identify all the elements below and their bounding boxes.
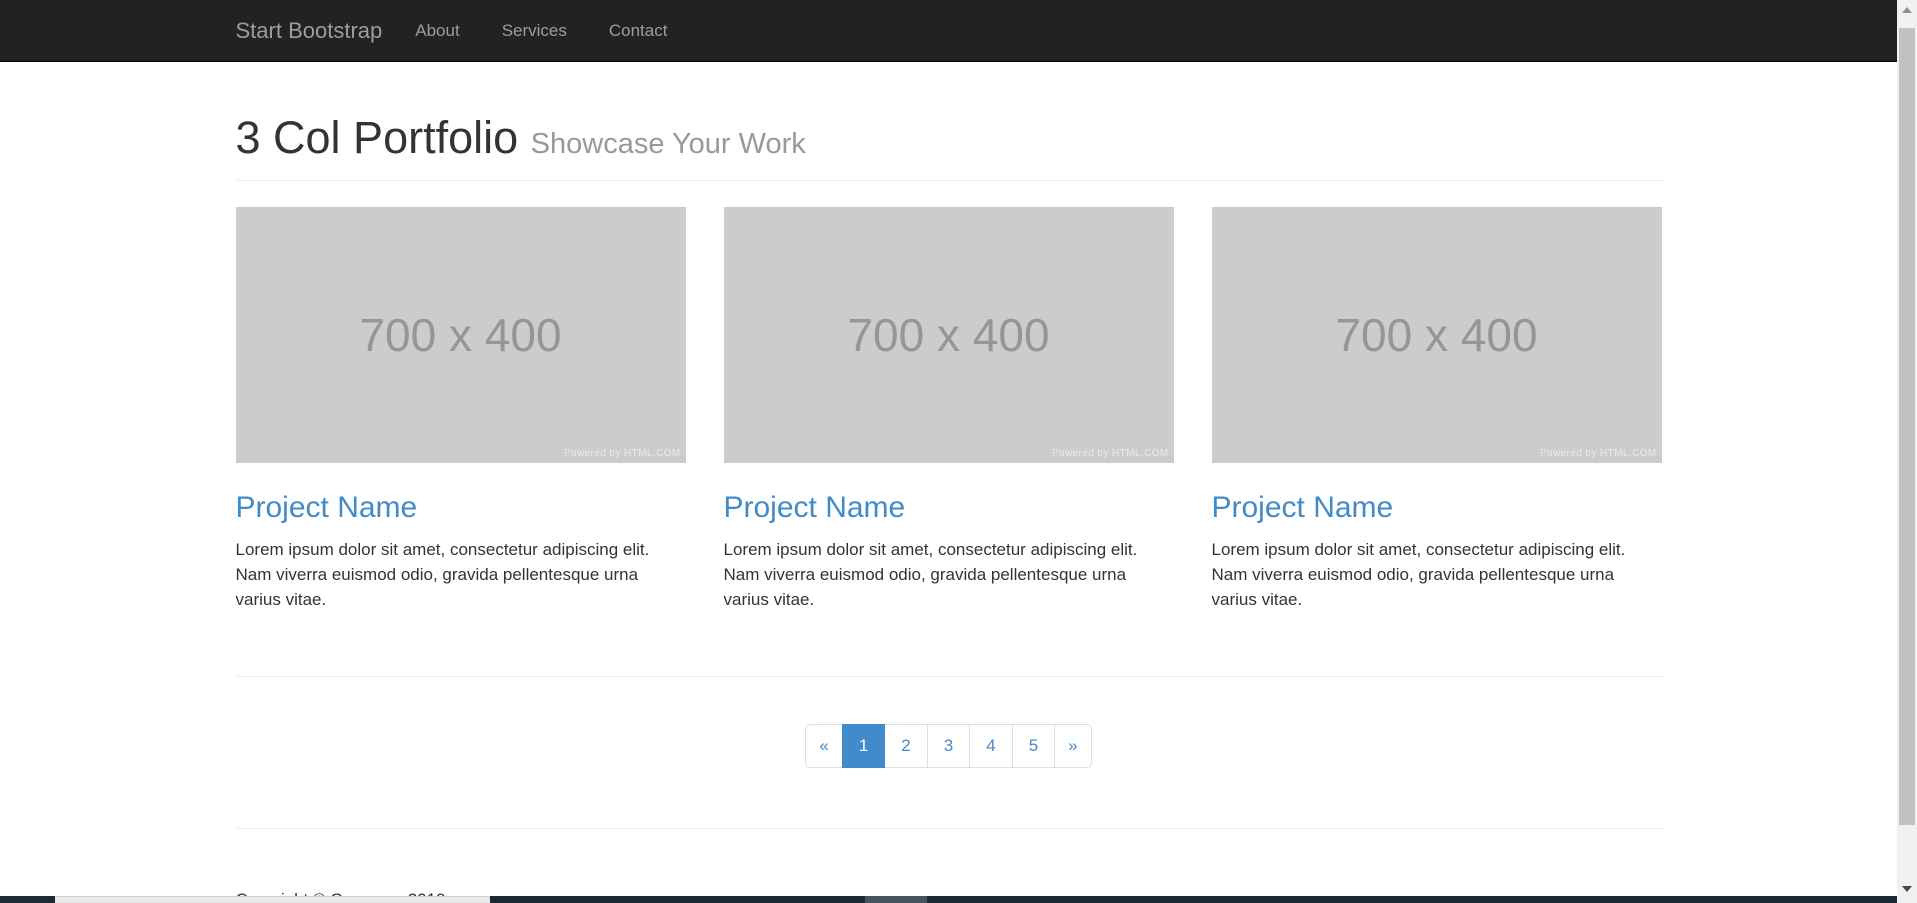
portfolio-card: 700 x 400 Powered by HTML.COM Project Na…	[1212, 207, 1662, 612]
browser-viewport: Start Bootstrap About Services Contact 3…	[0, 0, 1917, 903]
placeholder-watermark: Powered by HTML.COM	[1052, 448, 1169, 459]
project-title-link[interactable]: Project Name	[724, 491, 906, 525]
page-subtitle: Showcase Your Work	[531, 128, 806, 160]
nav-link-about[interactable]: About	[394, 0, 480, 61]
project-thumbnail[interactable]: 700 x 400 Powered by HTML.COM	[724, 207, 1174, 463]
navbar: Start Bootstrap About Services Contact	[0, 0, 1897, 62]
pagination-next-button[interactable]: »	[1054, 724, 1091, 768]
project-description: Lorem ipsum dolor sit amet, consectetur …	[1212, 537, 1662, 612]
navbar-brand[interactable]: Start Bootstrap	[236, 18, 383, 44]
pagination-page-1[interactable]: 1	[842, 724, 885, 768]
scrollbar-down-arrow-icon[interactable]	[1897, 878, 1917, 898]
pagination-page-2[interactable]: 2	[884, 724, 927, 768]
portfolio-row: 700 x 400 Powered by HTML.COM Project Na…	[236, 207, 1662, 612]
triangle-down-icon	[1902, 886, 1912, 892]
placeholder-label: 700 x 400	[359, 308, 561, 362]
divider	[236, 676, 1662, 677]
pagination-page-5[interactable]: 5	[1012, 724, 1055, 768]
navbar-nav: About Services Contact	[394, 0, 688, 61]
portfolio-card: 700 x 400 Powered by HTML.COM Project Na…	[236, 207, 686, 612]
project-title-link[interactable]: Project Name	[1212, 491, 1394, 525]
project-description: Lorem ipsum dolor sit amet, consectetur …	[724, 537, 1174, 612]
divider	[236, 828, 1662, 829]
project-thumbnail[interactable]: 700 x 400 Powered by HTML.COM	[1212, 207, 1662, 463]
horizontal-scrollbar-strip[interactable]	[55, 896, 490, 903]
placeholder-watermark: Powered by HTML.COM	[564, 448, 681, 459]
project-description: Lorem ipsum dolor sit amet, consectetur …	[236, 537, 686, 612]
nav-link-contact[interactable]: Contact	[588, 0, 689, 61]
taskbar-edge-highlight	[865, 896, 927, 903]
project-title-link[interactable]: Project Name	[236, 491, 418, 525]
placeholder-watermark: Powered by HTML.COM	[1540, 448, 1657, 459]
taskbar-edge	[490, 896, 1897, 903]
placeholder-label: 700 x 400	[1335, 308, 1537, 362]
project-thumbnail[interactable]: 700 x 400 Powered by HTML.COM	[236, 207, 686, 463]
pagination-page-3[interactable]: 3	[927, 724, 970, 768]
vertical-scrollbar[interactable]	[1897, 0, 1917, 903]
triangle-up-icon	[1902, 7, 1912, 13]
pagination-prev-button[interactable]: «	[805, 724, 842, 768]
scrollbar-thumb[interactable]	[1899, 28, 1915, 825]
scrollbar-up-arrow-icon[interactable]	[1897, 0, 1917, 20]
page-header: 3 Col Portfolio Showcase Your Work	[236, 112, 1662, 181]
taskbar-edge-left	[0, 896, 55, 903]
placeholder-label: 700 x 400	[847, 308, 1049, 362]
portfolio-card: 700 x 400 Powered by HTML.COM Project Na…	[724, 207, 1174, 612]
nav-link-services[interactable]: Services	[481, 0, 588, 61]
pagination-page-4[interactable]: 4	[969, 724, 1012, 768]
pagination: « 1 2 3 4 5 »	[805, 724, 1091, 768]
page-title: 3 Col Portfolio Showcase Your Work	[236, 112, 1662, 170]
